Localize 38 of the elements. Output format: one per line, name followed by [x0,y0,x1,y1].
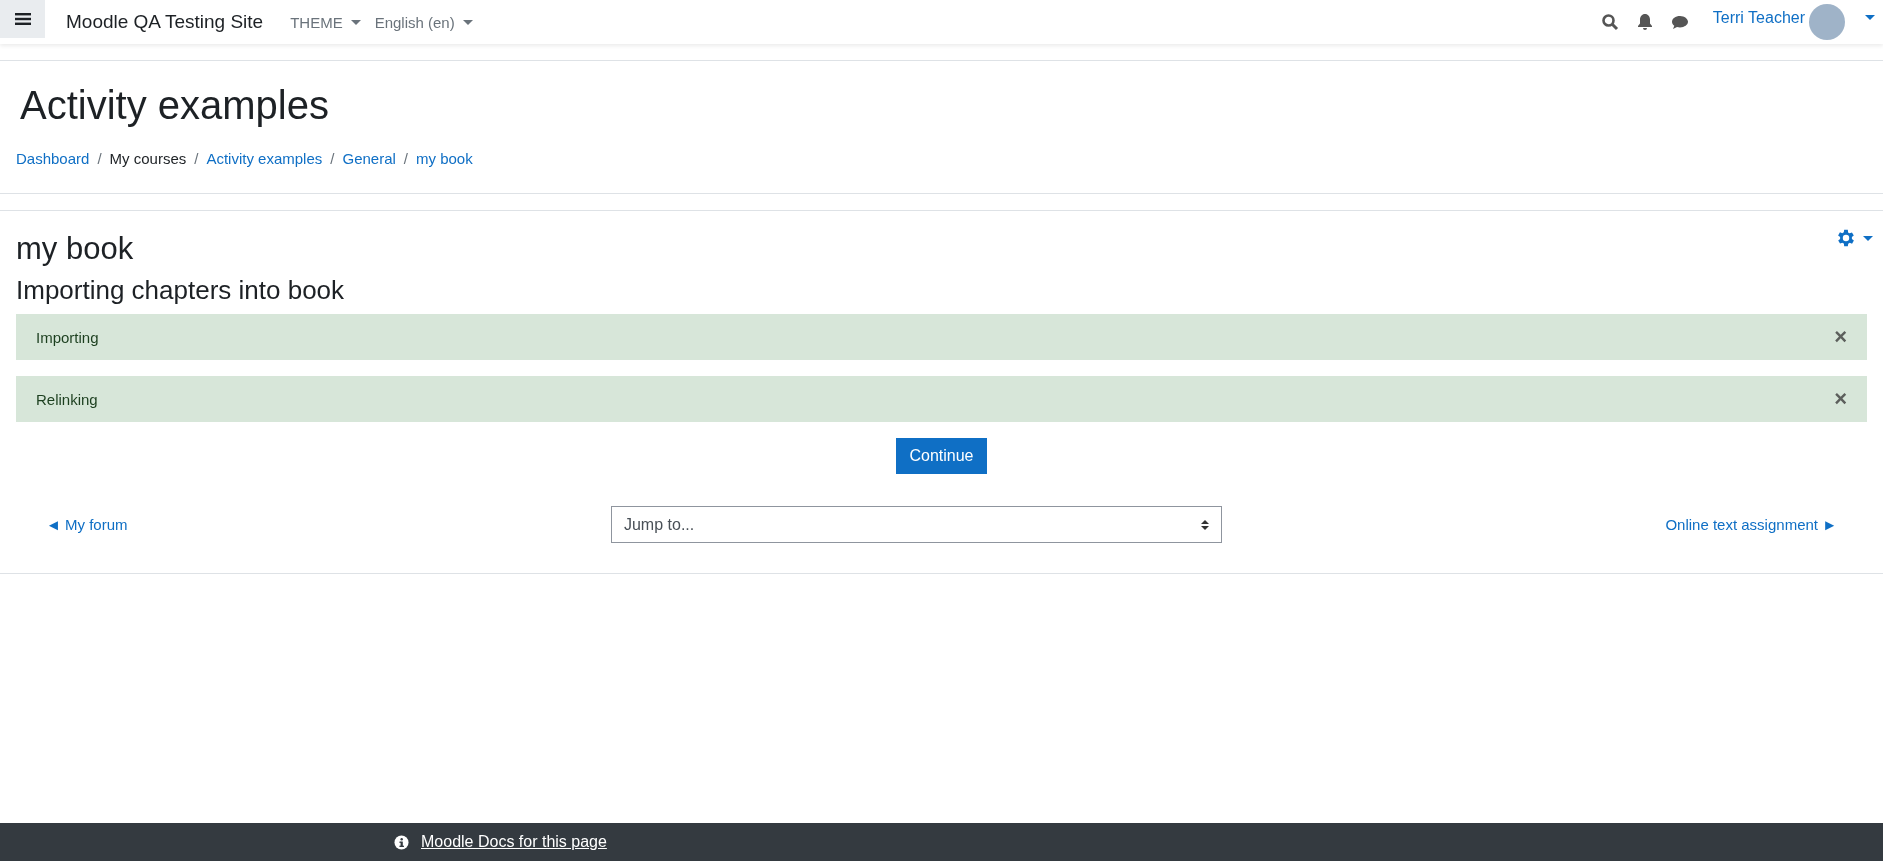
jump-to-select[interactable]: Jump to... [610,506,1222,543]
chat-icon[interactable] [1670,14,1689,30]
menu-button[interactable] [0,0,45,38]
alert-message: Relinking [36,390,98,408]
page-title: Activity examples [20,83,330,128]
breadcrumb-separator: / [97,150,102,167]
menu-icon [14,12,31,26]
info-icon [394,834,409,850]
next-activity-link[interactable]: Online text assignment ► [1665,516,1837,533]
user-name[interactable]: Terri Teacher [1712,9,1805,27]
nav-dropdown[interactable]: English (en) [374,13,473,31]
continue-button[interactable]: Continue [896,438,987,474]
settings-icon [1835,227,1857,249]
site-name[interactable]: Moodle QA Testing Site [66,11,264,33]
moodle-docs-link[interactable]: Moodle Docs for this page [421,833,607,851]
breadcrumb-separator: / [403,150,408,167]
caret-icon [350,19,361,25]
activity-title: my book [16,231,134,267]
sort-arrows-icon [1200,518,1209,531]
breadcrumb-link[interactable]: Dashboard [16,150,90,167]
previous-activity-link[interactable]: ◄ My forum [46,516,128,533]
close-button[interactable]: × [1834,324,1847,350]
close-button[interactable]: × [1834,386,1847,412]
section-heading: Importing chapters into book [16,275,345,306]
breadcrumb-link[interactable]: Activity examples [206,150,323,167]
breadcrumb-separator: / [194,150,199,167]
caret-icon [1863,235,1873,241]
breadcrumb-link[interactable]: General [342,150,396,167]
search-icon[interactable] [1600,13,1619,31]
caret-icon [462,19,473,25]
breadcrumb-text: My courses [109,150,187,167]
settings-menu-button[interactable] [1835,227,1873,249]
caret-icon[interactable] [1865,14,1875,20]
breadcrumb-separator: / [330,150,335,167]
breadcrumb-link[interactable]: my book [416,150,473,167]
bell-icon[interactable] [1636,13,1653,31]
alert-message: Importing [36,328,99,346]
nav-dropdown[interactable]: THEME [290,13,361,31]
